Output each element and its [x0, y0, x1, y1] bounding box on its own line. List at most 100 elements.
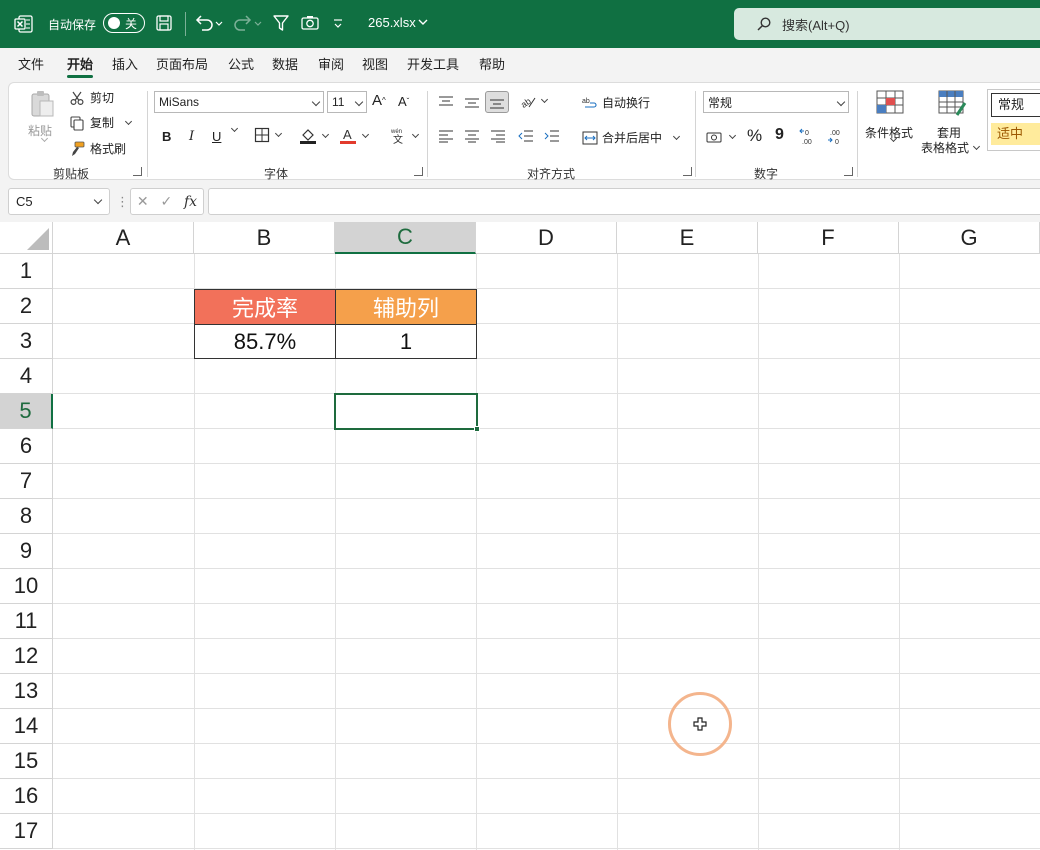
row-header-3[interactable]: 3 — [0, 324, 53, 359]
paste-button[interactable]: 粘贴 — [28, 122, 52, 139]
cancel-icon[interactable]: ✕ — [137, 193, 149, 210]
row-header-4[interactable]: 4 — [0, 359, 53, 394]
cell-b3[interactable]: 85.7% — [194, 324, 336, 359]
column-header-f[interactable]: F — [758, 222, 899, 254]
autosave-toggle[interactable]: 关 — [103, 13, 145, 33]
row-header-14[interactable]: 14 — [0, 709, 53, 744]
align-top-icon[interactable] — [438, 95, 454, 109]
row-header-6[interactable]: 6 — [0, 429, 53, 464]
underline-button[interactable]: U — [212, 129, 221, 144]
align-left-icon[interactable] — [438, 129, 454, 143]
enter-icon[interactable]: ✓ — [160, 193, 172, 210]
fill-color-button[interactable] — [299, 127, 330, 145]
row-header-16[interactable]: 16 — [0, 779, 53, 814]
align-right-icon[interactable] — [490, 129, 506, 143]
cut-button[interactable]: 剪切 — [69, 89, 114, 106]
tab-home[interactable]: 开始 — [67, 54, 94, 78]
align-middle-icon[interactable] — [464, 95, 480, 109]
tab-developer[interactable]: 开发工具 — [407, 54, 459, 73]
copy-chevron-icon[interactable] — [124, 117, 133, 125]
fill-handle[interactable] — [474, 426, 480, 432]
tab-page-layout[interactable]: 页面布局 — [156, 54, 208, 73]
filter-icon[interactable] — [272, 13, 290, 33]
tab-help[interactable]: 帮助 — [479, 54, 505, 73]
tab-formulas[interactable]: 公式 — [228, 54, 254, 73]
redo-icon[interactable] — [232, 12, 262, 34]
more-options-icon[interactable]: ⋮ — [116, 194, 129, 210]
decrease-font-size-icon[interactable]: Aˇ — [398, 94, 409, 109]
decrease-indent-icon[interactable] — [518, 129, 534, 143]
accounting-format-button[interactable] — [706, 129, 737, 145]
row-header-1[interactable]: 1 — [0, 254, 53, 289]
style-normal[interactable]: 常规 — [991, 93, 1040, 117]
clipboard-launcher-icon[interactable] — [133, 167, 142, 176]
undo-icon[interactable] — [193, 12, 223, 34]
camera-icon[interactable] — [300, 13, 320, 33]
bold-button[interactable]: B — [162, 129, 171, 144]
font-size-select[interactable]: 11 — [327, 91, 367, 113]
row-header-17[interactable]: 17 — [0, 814, 53, 849]
align-bottom-icon[interactable] — [485, 91, 509, 113]
align-center-icon[interactable] — [464, 129, 480, 143]
percent-style-button[interactable]: % — [747, 126, 762, 146]
row-header-2[interactable]: 2 — [0, 289, 53, 324]
paste-icon[interactable] — [27, 89, 57, 119]
tab-insert[interactable]: 插入 — [112, 54, 138, 73]
select-all-icon[interactable] — [0, 222, 53, 254]
search-box[interactable]: 搜索(Alt+Q) — [734, 8, 1040, 40]
underline-chevron-icon[interactable] — [227, 124, 239, 133]
column-header-d[interactable]: D — [476, 222, 617, 254]
row-header-12[interactable]: 12 — [0, 639, 53, 674]
conditional-formatting-icon[interactable] — [875, 89, 905, 115]
formula-input[interactable] — [208, 188, 1040, 215]
orientation-button[interactable]: ab — [519, 93, 549, 109]
tab-view[interactable]: 视图 — [362, 54, 388, 73]
borders-button[interactable] — [254, 127, 283, 143]
tab-review[interactable]: 审阅 — [318, 54, 344, 73]
italic-button[interactable]: I — [189, 129, 194, 144]
file-name-menu[interactable]: 265.xlsx — [368, 15, 430, 30]
column-header-b[interactable]: B — [194, 222, 335, 254]
row-header-10[interactable]: 10 — [0, 569, 53, 604]
increase-font-size-icon[interactable]: A ^ — [372, 92, 386, 109]
insert-function-icon[interactable]: fx — [184, 194, 197, 210]
row-header-11[interactable]: 11 — [0, 604, 53, 639]
column-header-c[interactable]: C — [335, 222, 476, 254]
row-header-15[interactable]: 15 — [0, 744, 53, 779]
comma-style-button[interactable]: 9 — [775, 126, 784, 144]
paste-options-chevron-icon[interactable] — [37, 134, 49, 143]
active-cell-c5[interactable] — [334, 393, 478, 430]
merge-center-button[interactable]: 合并后居中 — [582, 129, 681, 146]
tab-data[interactable]: 数据 — [272, 54, 298, 73]
alignment-launcher-icon[interactable] — [683, 167, 692, 176]
copy-button[interactable]: 复制 — [69, 114, 133, 131]
worksheet-grid[interactable]: A B C D E F G 1 2 3 4 5 6 7 8 9 10 11 12… — [0, 222, 1040, 850]
font-launcher-icon[interactable] — [414, 167, 423, 176]
number-format-select[interactable]: 常规 — [703, 91, 849, 113]
column-header-e[interactable]: E — [617, 222, 758, 254]
save-icon[interactable] — [155, 14, 173, 32]
style-neutral[interactable]: 适中 — [991, 123, 1040, 145]
format-as-table-button[interactable]: 表格格式 — [921, 139, 981, 156]
row-header-5[interactable]: 5 — [0, 394, 53, 429]
column-header-a[interactable]: A — [53, 222, 194, 254]
column-header-g[interactable]: G — [899, 222, 1040, 254]
font-color-button[interactable]: A — [339, 127, 370, 145]
format-as-table-icon[interactable] — [937, 89, 967, 117]
decrease-decimal-icon[interactable]: .00 0 — [827, 127, 847, 145]
tab-file[interactable]: 文件 — [18, 54, 44, 73]
row-header-7[interactable]: 7 — [0, 464, 53, 499]
customize-toolbar-icon[interactable] — [332, 14, 344, 32]
row-header-13[interactable]: 13 — [0, 674, 53, 709]
cell-c2[interactable]: 辅助列 — [335, 289, 477, 325]
phonetic-button[interactable]: wén 文 — [389, 127, 420, 145]
row-header-9[interactable]: 9 — [0, 534, 53, 569]
font-name-select[interactable]: MiSans — [154, 91, 324, 113]
conditional-formatting-chevron-icon[interactable] — [886, 134, 898, 143]
name-box[interactable]: C5 — [8, 188, 110, 215]
increase-decimal-icon[interactable]: 0.00 — [799, 127, 819, 145]
format-painter-button[interactable]: 格式刷 — [69, 140, 126, 157]
wrap-text-button[interactable]: ab 自动换行 — [582, 94, 650, 111]
row-header-8[interactable]: 8 — [0, 499, 53, 534]
cell-b2[interactable]: 完成率 — [194, 289, 336, 325]
